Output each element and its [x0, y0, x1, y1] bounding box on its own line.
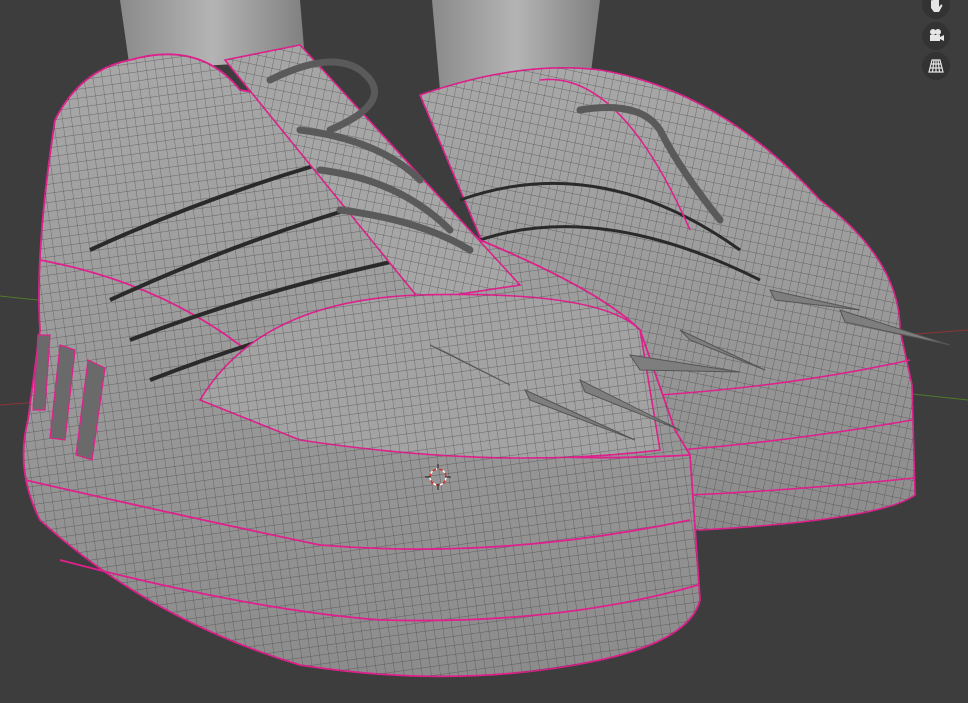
camera-icon — [930, 29, 944, 41]
hand-pan-icon — [931, 0, 943, 12]
3d-viewport[interactable] — [0, 0, 968, 703]
perspective-grid-icon — [928, 59, 944, 73]
perspective-toggle-button[interactable] — [922, 52, 950, 80]
camera-view-button[interactable] — [922, 22, 950, 50]
